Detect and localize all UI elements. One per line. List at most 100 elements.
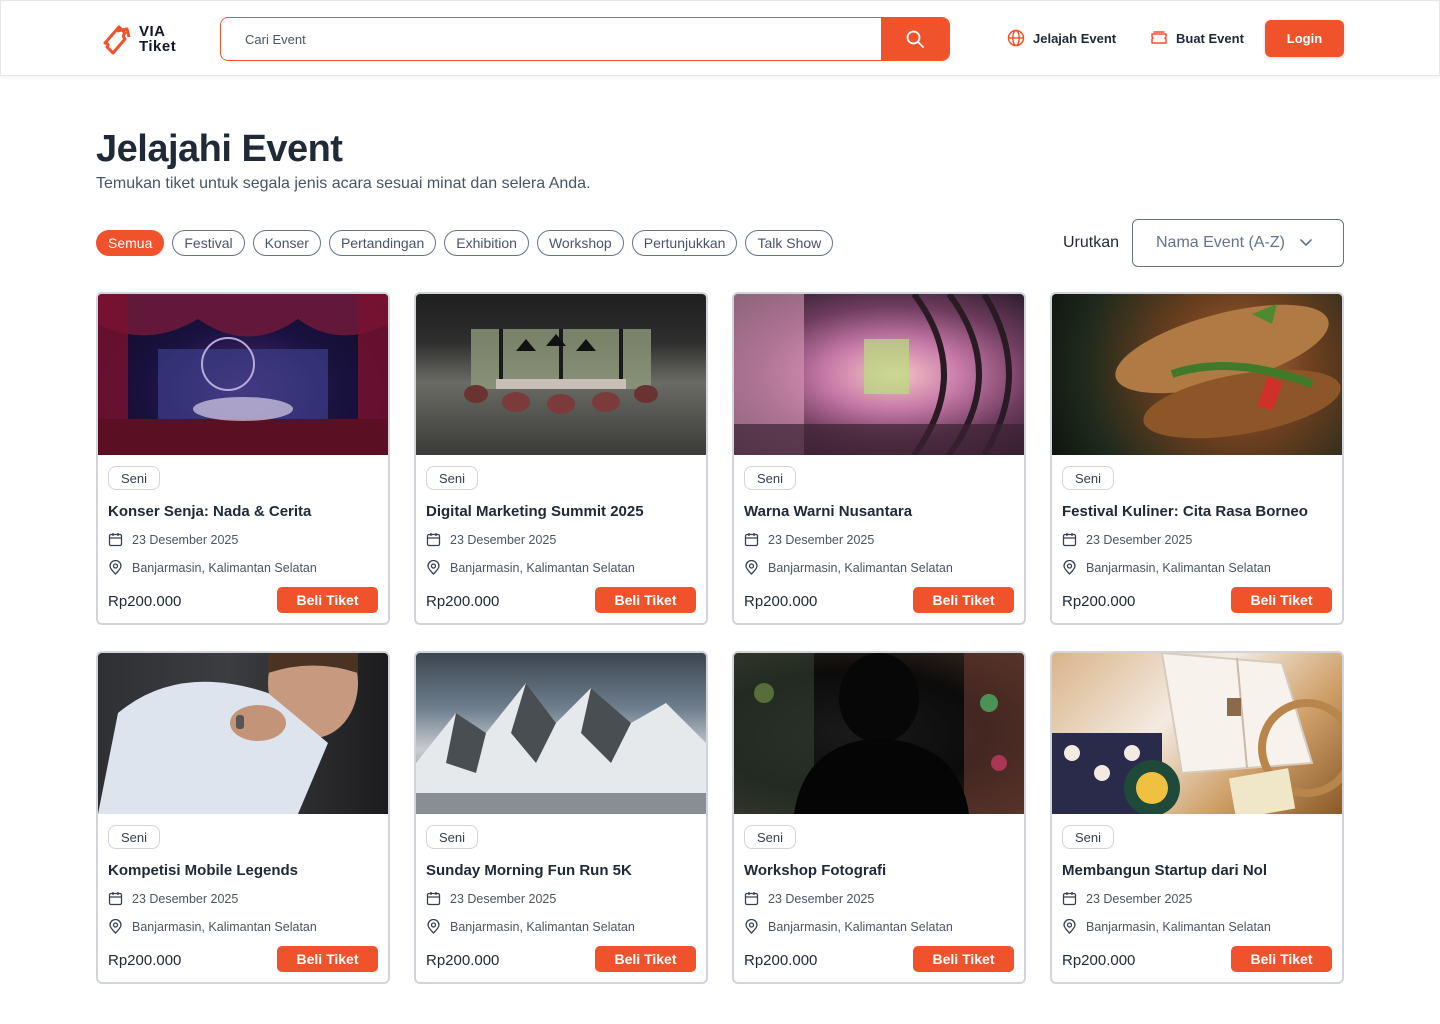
calendar-icon	[1062, 533, 1077, 547]
event-price: Rp200.000	[1062, 593, 1136, 610]
event-date-text: 23 Desember 2025	[1086, 532, 1193, 547]
event-price: Rp200.000	[426, 952, 500, 969]
event-title[interactable]: Konser Senja: Nada & Cerita	[108, 503, 311, 520]
category-badge: Seni	[1062, 825, 1115, 849]
category-badge: Seni	[744, 825, 797, 849]
filter-chip-konser[interactable]: Konser	[252, 230, 321, 256]
event-title[interactable]: Festival Kuliner: Cita Rasa Borneo	[1062, 503, 1308, 520]
nav-buat-event-label: Buat Event	[1176, 30, 1244, 46]
event-date-text: 23 Desember 2025	[132, 891, 239, 906]
event-image	[416, 294, 706, 455]
location-pin-icon	[109, 919, 122, 934]
event-image	[98, 294, 388, 455]
event-card[interactable]: Seni Digital Marketing Summit 2025 23 De…	[414, 292, 708, 625]
calendar-icon	[426, 892, 441, 906]
event-image	[734, 294, 1024, 455]
event-title[interactable]: Sunday Morning Fun Run 5K	[426, 862, 632, 879]
event-location-text: Banjarmasin, Kalimantan Selatan	[768, 560, 953, 575]
event-date: 23 Desember 2025	[1062, 891, 1192, 906]
search-icon	[906, 30, 924, 48]
event-price: Rp200.000	[1062, 952, 1136, 969]
event-date: 23 Desember 2025	[744, 891, 874, 906]
login-button[interactable]: Login	[1265, 20, 1344, 57]
chevron-down-icon	[1300, 239, 1312, 246]
sort-dropdown[interactable]: Nama Event (A-Z)	[1132, 219, 1344, 267]
event-location: Banjarmasin, Kalimantan Selatan	[744, 560, 953, 575]
filter-chip-festival[interactable]: Festival	[172, 230, 245, 256]
calendar-icon	[426, 533, 441, 547]
event-date-text: 23 Desember 2025	[1086, 891, 1193, 906]
buy-ticket-button[interactable]: Beli Tiket	[1231, 587, 1332, 613]
event-price: Rp200.000	[744, 952, 818, 969]
brand-logo[interactable]: VIA Tiket	[101, 21, 176, 57]
event-card[interactable]: Seni Kompetisi Mobile Legends 23 Desembe…	[96, 651, 390, 984]
event-card[interactable]: Seni Workshop Fotografi 23 Desember 2025…	[732, 651, 1026, 984]
event-location: Banjarmasin, Kalimantan Selatan	[1062, 919, 1271, 934]
sort-value: Nama Event (A-Z)	[1156, 234, 1285, 251]
event-price: Rp200.000	[744, 593, 818, 610]
buy-ticket-button[interactable]: Beli Tiket	[913, 946, 1014, 972]
event-title[interactable]: Workshop Fotografi	[744, 862, 886, 879]
event-date: 23 Desember 2025	[108, 891, 238, 906]
buy-ticket-button[interactable]: Beli Tiket	[595, 587, 696, 613]
event-title[interactable]: Kompetisi Mobile Legends	[108, 862, 298, 879]
search-input[interactable]	[221, 18, 881, 60]
event-card[interactable]: Seni Membangun Startup dari Nol 23 Desem…	[1050, 651, 1344, 984]
buy-ticket-button[interactable]: Beli Tiket	[1231, 946, 1332, 972]
event-card[interactable]: Seni Festival Kuliner: Cita Rasa Borneo …	[1050, 292, 1344, 625]
buy-ticket-button[interactable]: Beli Tiket	[913, 587, 1014, 613]
event-card[interactable]: Seni Sunday Morning Fun Run 5K 23 Desemb…	[414, 651, 708, 984]
filter-chip-semua[interactable]: Semua	[96, 230, 165, 256]
location-pin-icon	[1063, 919, 1076, 934]
brand-line-2: Tiket	[139, 38, 177, 55]
event-title[interactable]: Membangun Startup dari Nol	[1062, 862, 1267, 879]
category-filters: Semua Festival Konser Pertandingan Exhib…	[96, 230, 834, 256]
event-card[interactable]: Seni Konser Senja: Nada & Cerita 23 Dese…	[96, 292, 390, 625]
nav-buat-event[interactable]: Buat Event	[1150, 29, 1244, 47]
event-title[interactable]: Warna Warni Nusantara	[744, 503, 912, 520]
page-subtitle: Temukan tiket untuk segala jenis acara s…	[96, 175, 591, 192]
filter-chip-workshop[interactable]: Workshop	[536, 230, 624, 256]
event-location: Banjarmasin, Kalimantan Selatan	[108, 919, 317, 934]
event-location-text: Banjarmasin, Kalimantan Selatan	[1086, 560, 1271, 575]
event-price: Rp200.000	[108, 952, 182, 969]
buy-ticket-button[interactable]: Beli Tiket	[277, 946, 378, 972]
event-date-text: 23 Desember 2025	[132, 532, 239, 547]
event-grid: Seni Konser Senja: Nada & Cerita 23 Dese…	[96, 292, 1344, 984]
event-location-text: Banjarmasin, Kalimantan Selatan	[450, 560, 635, 575]
brand-line-1: VIA	[139, 23, 166, 40]
event-image	[734, 653, 1024, 814]
event-location-text: Banjarmasin, Kalimantan Selatan	[132, 560, 317, 575]
event-date-text: 23 Desember 2025	[768, 891, 875, 906]
event-price: Rp200.000	[426, 593, 500, 610]
top-navbar: VIA Tiket Jelajah Event Buat Event Login	[0, 0, 1440, 76]
ticket-icon	[1151, 31, 1167, 44]
category-badge: Seni	[744, 466, 797, 490]
nav-jelajah-event[interactable]: Jelajah Event	[1007, 29, 1116, 47]
filter-chip-pertandingan[interactable]: Pertandingan	[328, 230, 437, 256]
location-pin-icon	[109, 560, 122, 575]
event-date: 23 Desember 2025	[108, 532, 238, 547]
event-image	[1052, 294, 1342, 455]
search-button[interactable]	[881, 18, 949, 60]
calendar-icon	[108, 533, 123, 547]
buy-ticket-button[interactable]: Beli Tiket	[595, 946, 696, 972]
buy-ticket-button[interactable]: Beli Tiket	[277, 587, 378, 613]
event-location-text: Banjarmasin, Kalimantan Selatan	[450, 919, 635, 934]
category-badge: Seni	[108, 825, 161, 849]
category-badge: Seni	[426, 466, 479, 490]
event-location-text: Banjarmasin, Kalimantan Selatan	[1086, 919, 1271, 934]
filter-chip-talk-show[interactable]: Talk Show	[745, 230, 834, 256]
event-title[interactable]: Digital Marketing Summit 2025	[426, 503, 644, 520]
event-image	[1052, 653, 1342, 814]
event-location: Banjarmasin, Kalimantan Selatan	[744, 919, 953, 934]
brand-name: VIA Tiket	[139, 24, 176, 54]
event-card[interactable]: Seni Warna Warni Nusantara 23 Desember 2…	[732, 292, 1026, 625]
filter-chip-pertunjukkan[interactable]: Pertunjukkan	[631, 230, 738, 256]
sort-label: Urutkan	[1063, 234, 1120, 251]
event-location: Banjarmasin, Kalimantan Selatan	[426, 919, 635, 934]
ticket-logo-icon	[103, 25, 131, 55]
page-title: Jelajahi Event	[96, 128, 343, 170]
category-badge: Seni	[1062, 466, 1115, 490]
filter-chip-exhibition[interactable]: Exhibition	[444, 230, 529, 256]
